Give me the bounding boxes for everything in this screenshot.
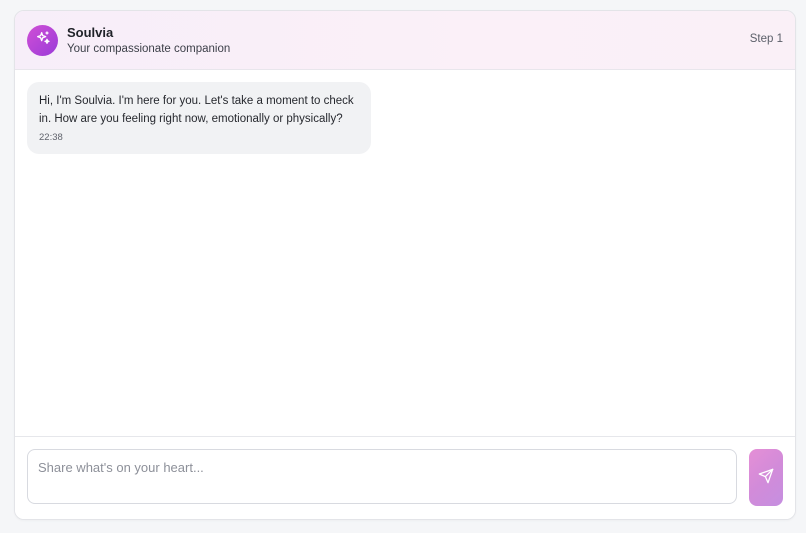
page-subtitle: Your compassionate companion xyxy=(67,43,231,55)
chat-header: Soulvia Your compassionate companion Ste… xyxy=(15,11,795,70)
message-composer xyxy=(15,436,795,519)
message-timestamp: 22:38 xyxy=(39,132,63,143)
chat-window: Soulvia Your compassionate companion Ste… xyxy=(14,10,796,520)
message-list: Hi, I'm Soulvia. I'm here for you. Let's… xyxy=(15,70,795,437)
step-indicator: Step 1 xyxy=(749,33,783,45)
page-title: Soulvia xyxy=(67,25,114,40)
send-button[interactable] xyxy=(749,449,783,506)
message-input[interactable] xyxy=(27,449,737,504)
sparkles-icon xyxy=(35,30,51,51)
assistant-message-bubble: Hi, I'm Soulvia. I'm here for you. Let's… xyxy=(27,82,371,154)
message-text: Hi, I'm Soulvia. I'm here for you. Let's… xyxy=(39,95,354,125)
send-icon xyxy=(758,468,774,487)
avatar xyxy=(27,25,58,56)
